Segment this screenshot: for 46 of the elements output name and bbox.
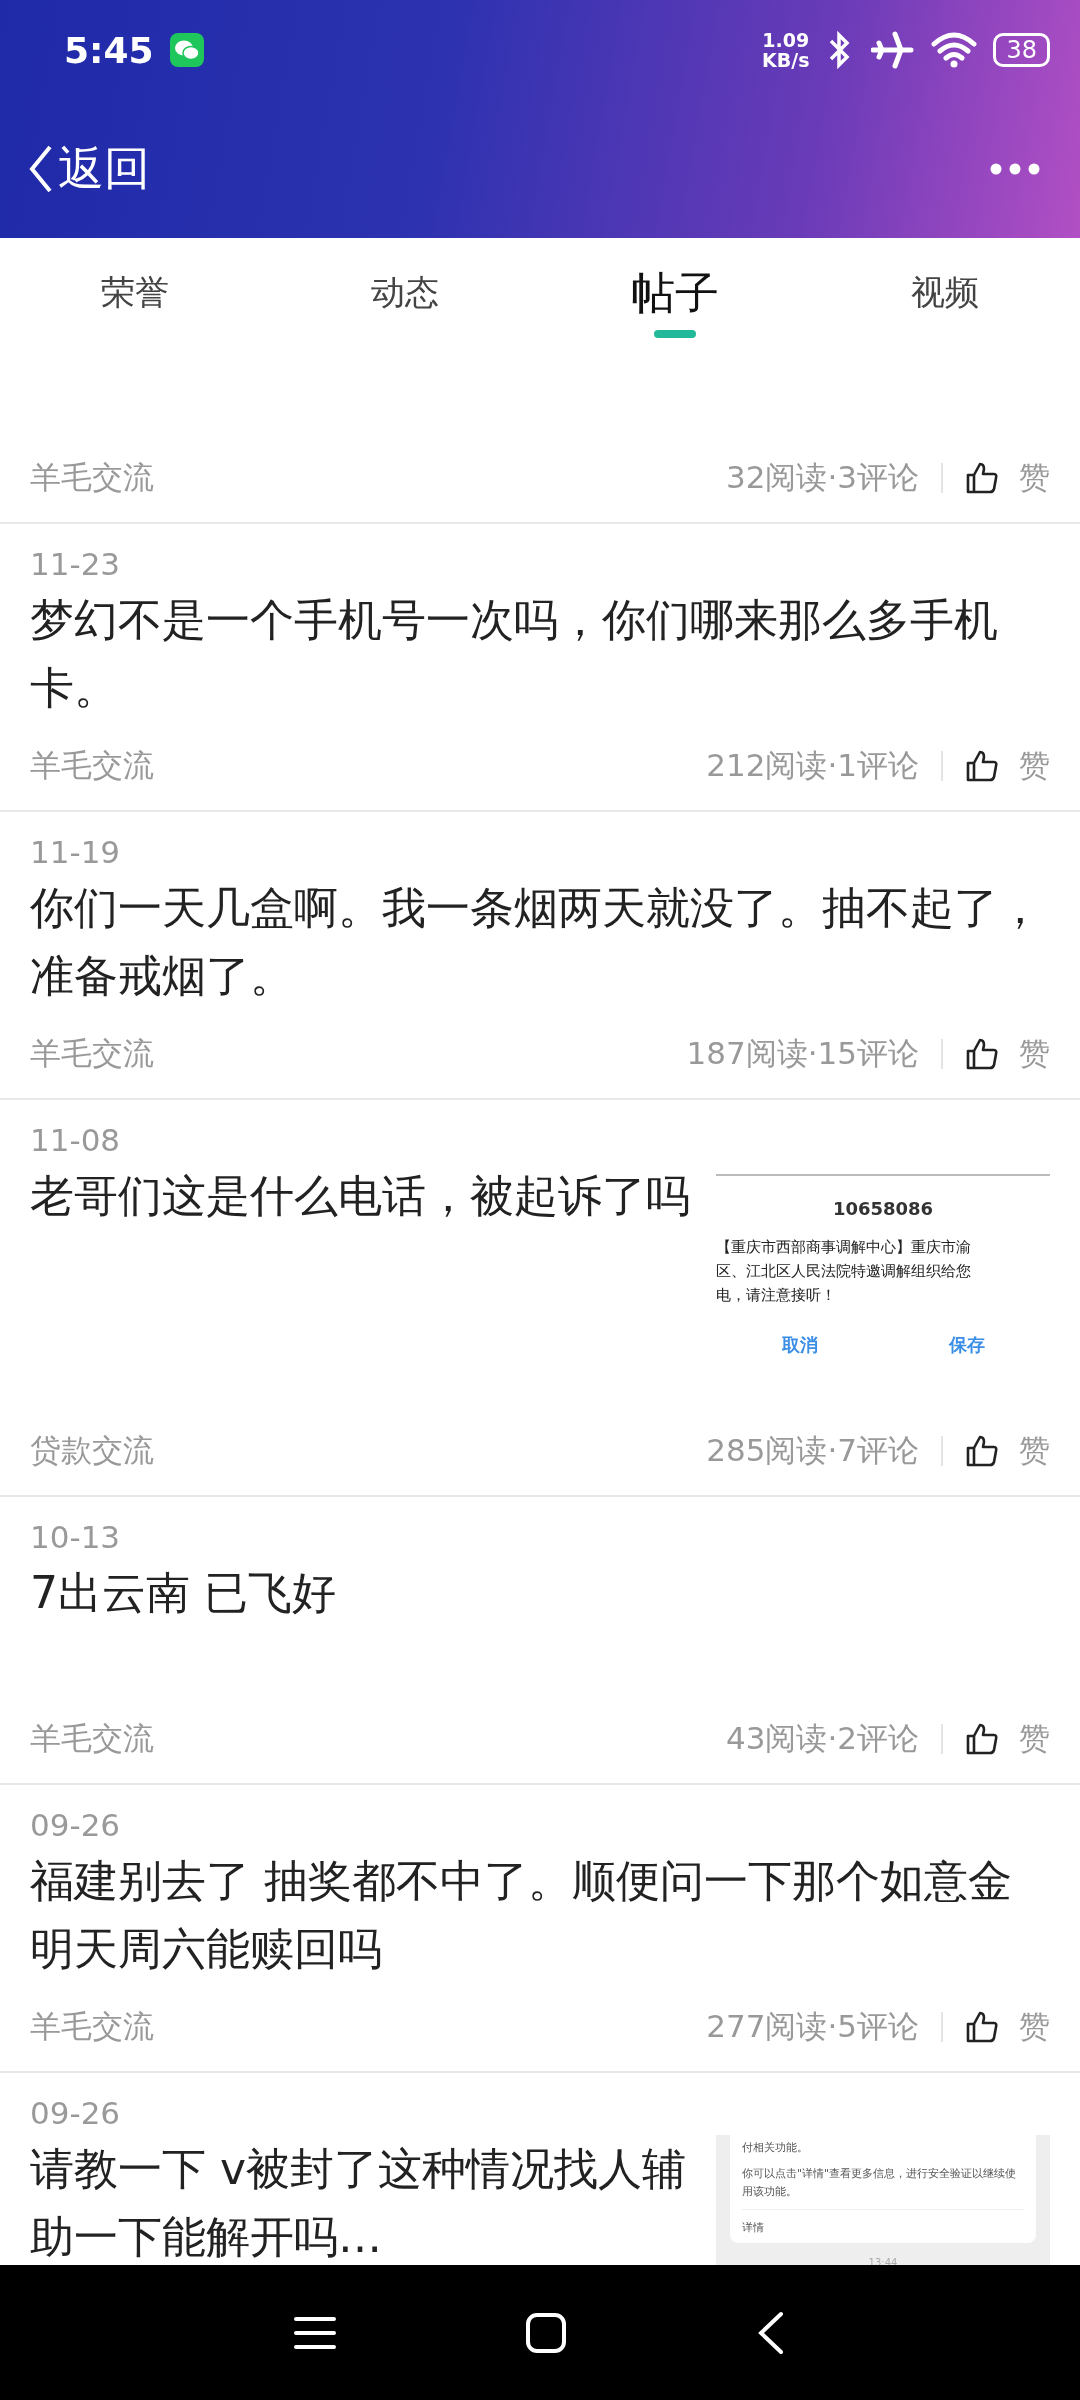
post-stats: 277阅读·5评论 — [706, 2007, 919, 2046]
post-stats: 212阅读·1评论 — [706, 746, 919, 785]
status-time: 5:45 — [64, 29, 154, 71]
network-speed: 1.09 KB/s — [762, 30, 810, 70]
post-date: 09-26 — [30, 1806, 122, 1845]
post-title[interactable]: 福建别去了 抽奖都不中了。顺便问一下那个如意金明天周六能赎回吗 — [30, 1847, 1050, 1983]
thumbs-up-icon — [965, 1037, 999, 1071]
phone-number: 10658086 — [831, 1198, 935, 1219]
post-stats: 285阅读·7评论 — [706, 1431, 919, 1470]
tab[interactable]: 荣誉 — [0, 238, 270, 348]
post-title[interactable]: 老哥们这是什么电话，被起诉了吗 — [30, 1162, 702, 1407]
dialog-action: 保存 — [947, 1333, 986, 1357]
message-text: 【重庆市西部商事调解中心】重庆市渝 区、江北区人民法院特邀调解组织给您 电，请注意接听！ — [716, 1237, 972, 1306]
post-title[interactable]: 你们一天几盒啊。我一条烟两天就没了。抽不起了，准备戒烟了。 — [30, 874, 1050, 1010]
menu-icon[interactable] — [294, 2314, 337, 2351]
tab[interactable]: 视频 — [810, 238, 1080, 348]
details-link: 详情 — [742, 2209, 1024, 2235]
thumbs-up-icon — [965, 1434, 999, 1468]
back-button[interactable]: 返回 — [28, 138, 150, 200]
post-stats: 32阅读·3评论 — [725, 458, 919, 497]
thumbs-up-icon — [965, 2010, 999, 2044]
home-icon[interactable] — [525, 2311, 567, 2354]
post-title[interactable]: 请教一下 v被封了这种情况找人辅助一下能解开吗… — [30, 2135, 702, 2265]
post-stats: 43阅读·2评论 — [725, 1719, 919, 1758]
post-date: 10-13 — [30, 1518, 122, 1557]
thumbs-up-icon — [965, 1722, 999, 1756]
post-date: 11-08 — [30, 1121, 122, 1160]
post-date: 09-26 — [30, 2094, 122, 2133]
back-chevron-icon — [28, 143, 54, 195]
battery-indicator: 38 — [993, 33, 1050, 67]
more-icon[interactable] — [990, 163, 1040, 175]
chat-app-icon — [169, 33, 204, 67]
post-title[interactable]: 7出云南 已飞好 — [30, 1559, 1050, 1695]
tab[interactable]: 动态 — [270, 238, 540, 348]
airplane-icon — [871, 30, 916, 70]
post-date: 11-23 — [30, 545, 122, 584]
tab[interactable]: 帖子 — [540, 238, 810, 348]
dialog-action: 取消 — [780, 1333, 819, 1357]
wifi-icon — [931, 32, 978, 68]
thumbs-up-icon — [965, 461, 999, 495]
thumbs-up-icon — [965, 749, 999, 783]
post-date: 11-19 — [30, 833, 122, 872]
notice-text: 付相关功能。 — [742, 2140, 809, 2156]
post-stats: 187阅读·15评论 — [686, 1034, 919, 1073]
post-title[interactable]: 梦幻不是一个手机号一次吗，你们哪来那么多手机卡。 — [30, 586, 1050, 722]
notice-text: 你可以点击"详情"查看更多信息，进行安全验证以继续使用该功能。 — [742, 2166, 1018, 2200]
